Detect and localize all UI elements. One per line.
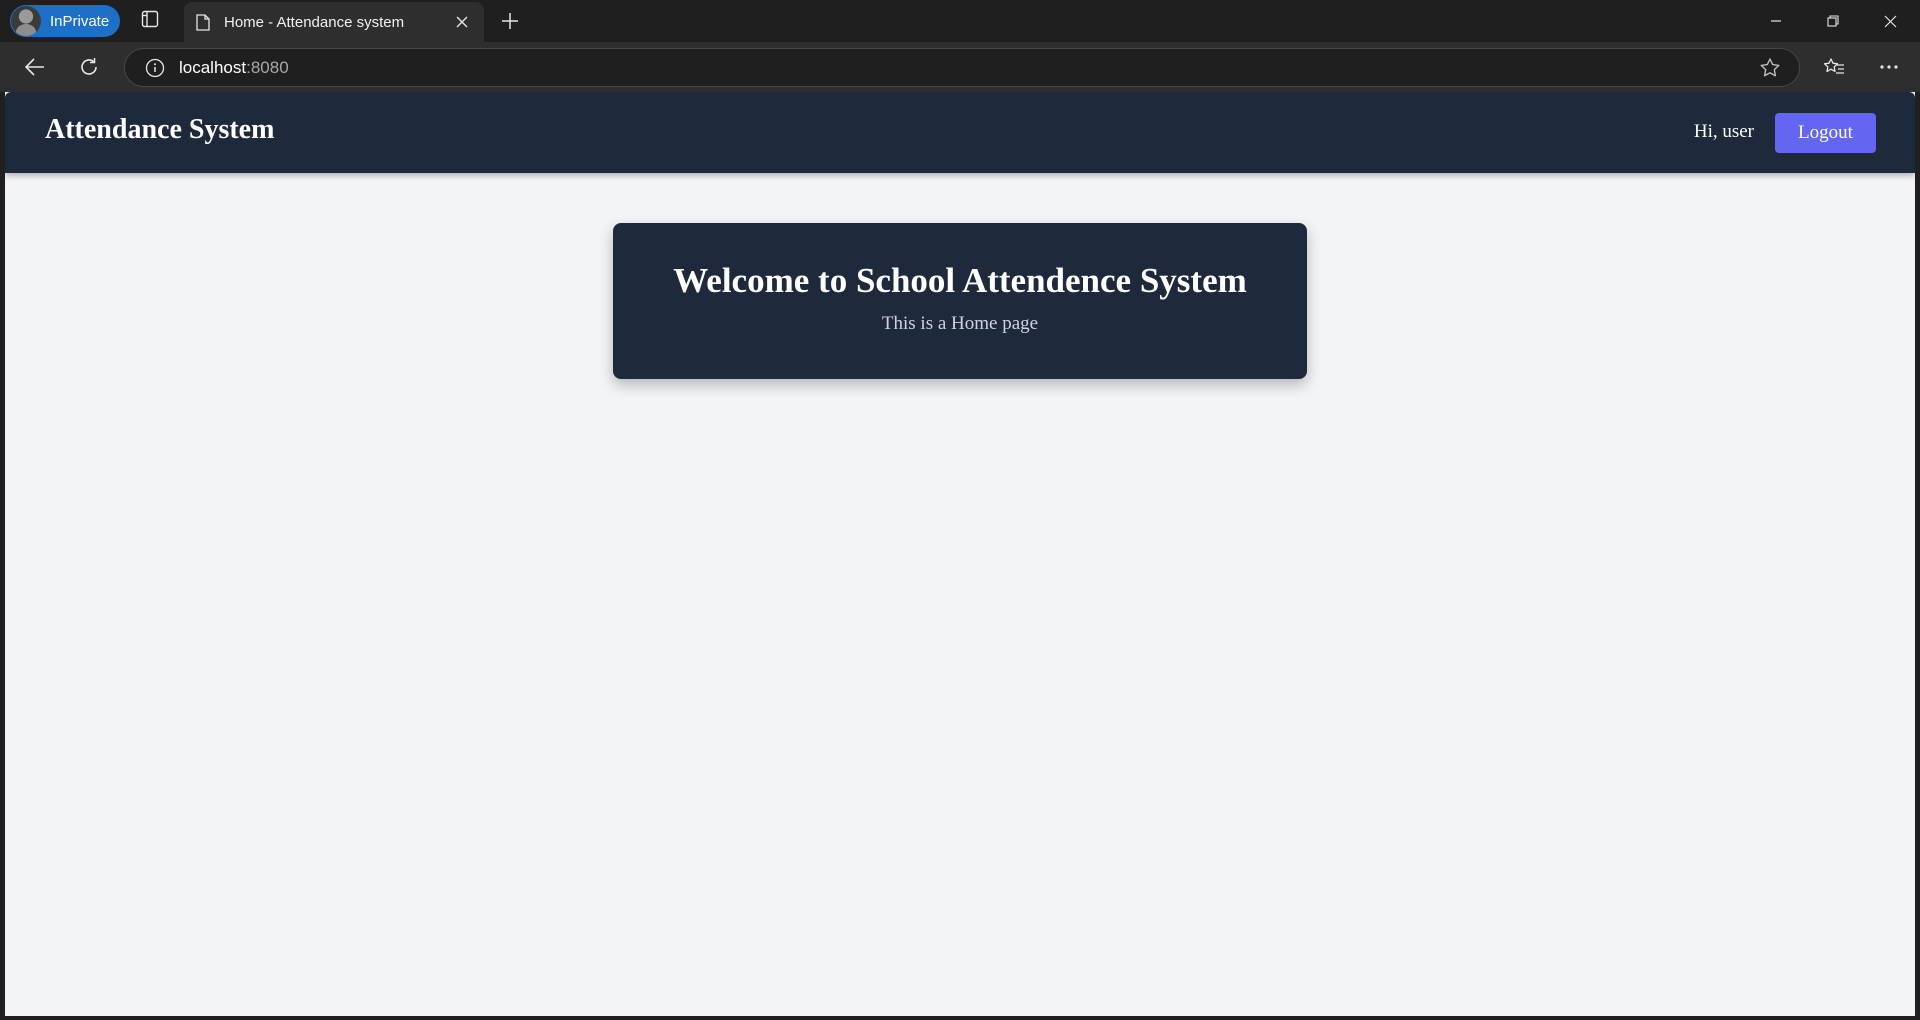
plus-icon bbox=[502, 13, 518, 29]
minimize-icon bbox=[1771, 20, 1781, 22]
browser-titlebar: InPrivate Home - Attendance system bbox=[0, 0, 1920, 42]
inprivate-profile-button[interactable]: InPrivate bbox=[10, 5, 120, 37]
restore-button[interactable] bbox=[1805, 0, 1861, 42]
page-icon bbox=[196, 13, 210, 31]
tab-actions-icon bbox=[141, 10, 159, 33]
new-tab-button[interactable] bbox=[492, 3, 528, 39]
favorites-button[interactable] bbox=[1816, 49, 1852, 85]
back-arrow-icon bbox=[25, 58, 44, 76]
inprivate-label: InPrivate bbox=[50, 12, 110, 30]
tab-actions-button[interactable] bbox=[132, 3, 168, 39]
minimize-button[interactable] bbox=[1748, 0, 1804, 42]
app-brand[interactable]: Attendance System bbox=[45, 114, 274, 146]
tab-title: Home - Attendance system bbox=[224, 13, 405, 31]
close-window-button[interactable] bbox=[1862, 0, 1918, 42]
close-icon bbox=[1884, 15, 1896, 27]
favorites-list-icon bbox=[1823, 58, 1844, 74]
welcome-card: Welcome to School Attendence System This… bbox=[613, 223, 1307, 379]
tab-close-button[interactable] bbox=[448, 8, 476, 36]
address-bar[interactable]: localhost:8080 bbox=[124, 48, 1800, 87]
back-button[interactable] bbox=[17, 49, 53, 85]
refresh-button[interactable] bbox=[71, 49, 107, 85]
app-navbar: Attendance System Hi, user Logout bbox=[5, 92, 1915, 173]
ellipsis-icon bbox=[1880, 65, 1898, 69]
favorite-star-icon[interactable] bbox=[1759, 57, 1781, 79]
url-host: localhost bbox=[179, 57, 247, 77]
site-info-icon[interactable] bbox=[145, 58, 165, 78]
user-greeting: Hi, user bbox=[1693, 121, 1754, 142]
refresh-icon bbox=[81, 58, 97, 75]
restore-icon bbox=[1827, 15, 1839, 27]
profile-avatar-icon bbox=[11, 6, 41, 36]
url-port: :8080 bbox=[246, 57, 289, 77]
logout-button[interactable]: Logout bbox=[1775, 113, 1876, 153]
page-viewport: Attendance System Hi, user Logout Welcom… bbox=[5, 92, 1915, 1016]
more-options-button[interactable] bbox=[1871, 49, 1907, 85]
close-icon bbox=[456, 16, 468, 28]
welcome-title: Welcome to School Attendence System bbox=[673, 261, 1247, 300]
browser-tab-active[interactable]: Home - Attendance system bbox=[184, 2, 484, 42]
welcome-subtitle: This is a Home page bbox=[881, 313, 1039, 334]
browser-toolbar: localhost:8080 bbox=[0, 42, 1920, 92]
